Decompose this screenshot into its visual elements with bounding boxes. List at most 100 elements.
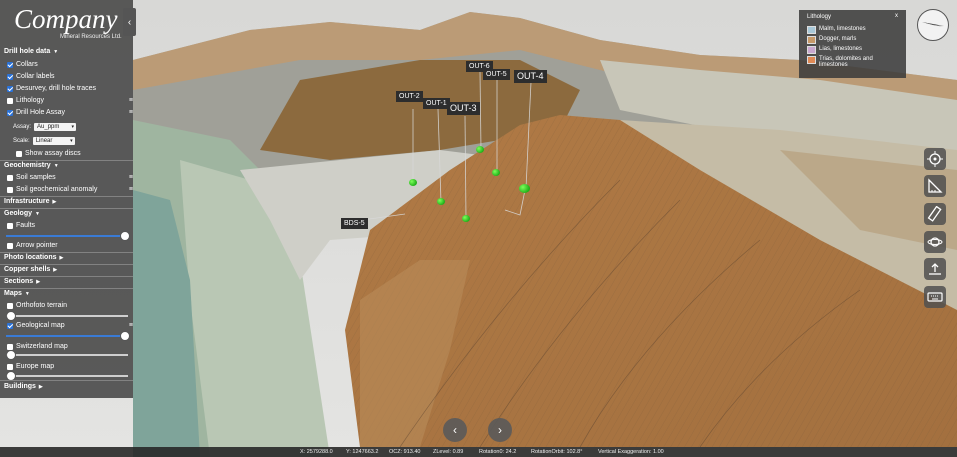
measure-tool-button[interactable] <box>924 203 946 225</box>
layer-lithology[interactable]: Lithology ≡ <box>0 95 140 106</box>
checkbox[interactable] <box>7 222 13 229</box>
chevron-left-icon: ‹ <box>453 423 457 437</box>
checkbox[interactable] <box>7 302 13 309</box>
geo-map-opacity-slider[interactable] <box>6 331 130 341</box>
slider-knob[interactable] <box>120 331 130 341</box>
checkbox[interactable] <box>7 174 13 181</box>
legend-swatch <box>807 36 816 44</box>
section-geochemistry[interactable]: Geochemistry ▼ <box>0 160 137 171</box>
menu-icon[interactable]: ≡ <box>129 186 133 193</box>
layer-switzerland-map[interactable]: Switzerland map <box>0 341 140 352</box>
section-buildings[interactable]: Buildings ▶ <box>0 381 137 392</box>
layer-drill-hole-assay[interactable]: Drill Hole Assay ≡ <box>0 107 140 118</box>
target-tool-button[interactable] <box>924 148 946 170</box>
collar-label-bds5[interactable]: BDS-5 <box>341 218 368 229</box>
layer-show-assay-discs[interactable]: Show assay discs <box>0 148 149 159</box>
layer-collar-labels[interactable]: Collar labels <box>0 71 140 82</box>
orbit-icon <box>927 237 943 247</box>
orbit-tool-button[interactable] <box>924 231 946 253</box>
status-y: Y: 1247663.2 <box>346 449 379 455</box>
caret-down-icon: ▼ <box>53 162 59 169</box>
section-sections[interactable]: Sections ▶ <box>0 276 137 287</box>
legend-label: Dogger, marls <box>819 36 857 42</box>
legend-title: Lithology <box>807 14 832 20</box>
collar-label-out2[interactable]: OUT-2 <box>396 91 423 102</box>
section-photo-locations[interactable]: Photo locations ▶ <box>0 252 137 263</box>
checkbox[interactable] <box>7 242 13 249</box>
section-infrastructure[interactable]: Infrastructure ▶ <box>0 196 137 207</box>
status-exaggeration: Vertical Exaggeration: 1.00 <box>598 449 664 455</box>
checkbox[interactable] <box>16 150 22 157</box>
layer-panel: Company Mineral Resources Ltd. Drill hol… <box>0 0 133 398</box>
legend-close-button[interactable]: x <box>895 13 898 19</box>
upload-icon <box>929 263 941 275</box>
next-button[interactable]: › <box>488 418 512 442</box>
switzerland-opacity-slider[interactable] <box>6 350 128 360</box>
checkbox[interactable] <box>7 186 13 193</box>
layer-label: Show assay discs <box>25 150 81 157</box>
section-label: Infrastructure <box>4 198 50 205</box>
menu-icon[interactable]: ≡ <box>129 174 133 181</box>
checkbox[interactable] <box>7 109 13 116</box>
previous-button[interactable]: ‹ <box>443 418 467 442</box>
section-label: Geochemistry <box>4 162 51 169</box>
layer-orthophoto[interactable]: Orthofoto terrain <box>0 300 140 311</box>
section-geology[interactable]: Geology ▼ <box>0 208 137 219</box>
layer-label: Geological map <box>16 322 65 329</box>
caret-down-icon: ▼ <box>35 210 40 217</box>
checkbox[interactable] <box>7 322 13 329</box>
menu-icon[interactable]: ≡ <box>129 322 133 329</box>
collar-label-out1[interactable]: OUT-1 <box>423 98 450 109</box>
keyboard-tool-button[interactable] <box>924 286 946 308</box>
collar-marker[interactable] <box>519 184 530 193</box>
assay-select[interactable]: Au_ppm ▾ <box>34 122 77 131</box>
checkbox[interactable] <box>7 343 13 350</box>
layer-soil-anomaly[interactable]: Soil geochemical anomaly ≡ <box>0 184 140 195</box>
collapse-panel-button[interactable]: ‹ <box>123 8 136 36</box>
layer-collars[interactable]: Collars <box>0 59 140 70</box>
legend-entry: Malm, limestones <box>807 26 866 34</box>
checkbox[interactable] <box>7 85 13 92</box>
collar-label-out3[interactable]: OUT-3 <box>447 102 480 115</box>
checkbox[interactable] <box>7 363 13 370</box>
orthophoto-opacity-slider[interactable] <box>6 311 128 321</box>
compass-icon[interactable] <box>917 9 949 41</box>
menu-icon[interactable]: ≡ <box>129 97 133 104</box>
collar-marker[interactable] <box>462 215 470 222</box>
collar-marker[interactable] <box>492 169 500 176</box>
europe-opacity-slider[interactable] <box>6 371 128 381</box>
compass-needle-icon <box>922 22 944 27</box>
layer-soil-samples[interactable]: Soil samples ≡ <box>0 172 140 183</box>
layer-label: Soil samples <box>16 174 56 181</box>
status-rotation: Rotation0: 24.2 <box>479 449 517 455</box>
layer-europe-map[interactable]: Europe map <box>0 361 140 372</box>
section-label: Buildings <box>4 383 36 390</box>
layer-geological-map[interactable]: Geological map ≡ <box>0 320 140 331</box>
collar-marker[interactable] <box>476 146 484 153</box>
checkbox[interactable] <box>7 61 13 68</box>
target-icon <box>927 151 943 167</box>
collar-label-out5[interactable]: OUT-5 <box>483 69 510 80</box>
ruler-tool-button[interactable] <box>924 175 946 197</box>
measure-icon <box>927 206 942 222</box>
chevron-down-icon: ▾ <box>70 137 73 144</box>
collar-label-out4[interactable]: OUT-4 <box>514 70 547 83</box>
layer-arrow-pointer[interactable]: Arrow pointer <box>0 240 140 251</box>
collar-marker[interactable] <box>437 198 445 205</box>
scale-select[interactable]: Linear ▾ <box>32 136 75 145</box>
chevron-left-icon: ‹ <box>127 16 132 28</box>
section-copper-shells[interactable]: Copper shells ▶ <box>0 264 137 275</box>
checkbox[interactable] <box>7 73 13 80</box>
layer-desurvey[interactable]: Desurvey, drill hole traces <box>0 83 140 94</box>
collar-marker[interactable] <box>409 179 417 186</box>
legend-entry: Trias, dolomites and limestones <box>807 56 897 68</box>
section-maps[interactable]: Maps ▼ <box>0 288 137 299</box>
faults-opacity-slider[interactable] <box>6 231 130 241</box>
checkbox[interactable] <box>7 97 13 104</box>
section-drill-hole-data[interactable]: Drill hole data ▼ <box>0 46 137 57</box>
menu-icon[interactable]: ≡ <box>129 109 133 116</box>
layer-label: Faults <box>16 222 36 229</box>
slider-knob[interactable] <box>6 350 16 360</box>
upload-tool-button[interactable] <box>924 258 946 280</box>
layer-faults[interactable]: Faults <box>0 220 140 231</box>
